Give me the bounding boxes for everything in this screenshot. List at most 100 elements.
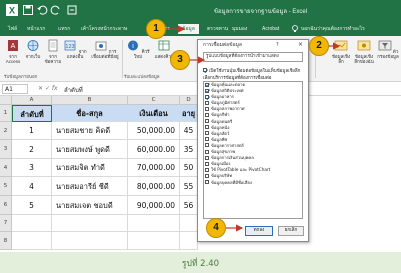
insights-button[interactable]: ข้อมูลเชิงลึก [330, 39, 352, 64]
table-cell[interactable]: 5 [12, 196, 52, 215]
row-header-4[interactable]: 4 [0, 159, 12, 177]
table-cell[interactable]: นายสมจิต ทำดี [52, 159, 128, 177]
checkbox-checked-icon[interactable] [205, 94, 209, 99]
row-header-8[interactable]: 8 [0, 232, 12, 250]
from-other-sources-button[interactable]: 123 จากแหล่งอื่น [62, 39, 88, 59]
table-cell[interactable]: 56 [180, 196, 198, 215]
service-item-label: ใช้ PivotTable และ PivotChart [211, 167, 271, 173]
row-header-5[interactable]: 5 [0, 177, 12, 196]
cancel-button[interactable]: ยกเลิก [278, 226, 304, 236]
checkbox-unchecked-icon[interactable] [205, 119, 209, 124]
cell-d1[interactable]: อายุ [180, 105, 198, 122]
checkbox-unchecked-icon[interactable] [205, 173, 209, 178]
table-cell[interactable]: นายสมพงษ์ พูดดี [52, 140, 128, 159]
from-web-button[interactable]: จากเว็บ [22, 39, 44, 59]
empty-cell[interactable] [12, 232, 52, 250]
checkbox-unchecked-icon[interactable] [205, 112, 209, 117]
checkbox-checked-icon[interactable] [205, 82, 209, 87]
table-cell[interactable]: 80,000.00 [128, 177, 180, 196]
empty-cell[interactable] [180, 232, 198, 250]
checkbox-unchecked-icon[interactable] [205, 155, 209, 160]
cancel-formula-icon[interactable]: ✕ [38, 85, 43, 92]
cell-a1[interactable]: ลำดับที่ [12, 105, 52, 122]
column-header-d[interactable]: D [180, 96, 198, 105]
formula-value[interactable]: ลำดับที่ [64, 85, 83, 95]
tab-review[interactable]: ตรวจทาน [207, 24, 228, 34]
enter-formula-icon[interactable]: ✓ [45, 85, 50, 92]
fx-icon[interactable]: fx [52, 85, 58, 92]
tab-home[interactable]: หน้าแรก [27, 24, 45, 34]
empty-cell[interactable] [180, 215, 198, 232]
empty-cell[interactable] [52, 215, 128, 232]
column-header-b[interactable]: B [52, 96, 128, 105]
help-button[interactable]: ? [276, 40, 279, 50]
table-cell[interactable]: 2 [12, 140, 52, 159]
table-cell[interactable]: นายสมชาย คิดดี [52, 122, 128, 140]
table-cell[interactable]: 35 [180, 140, 198, 159]
table-cell[interactable]: 90,000.00 [128, 196, 180, 215]
checkbox-checked-icon[interactable] [205, 88, 209, 93]
table-cell[interactable]: 3 [12, 159, 52, 177]
table-cell[interactable]: 50 [180, 159, 198, 177]
column-header-c[interactable]: C [128, 96, 180, 105]
table-cell[interactable]: 1 [12, 122, 52, 140]
row-header-6[interactable]: 6 [0, 196, 12, 215]
tab-data[interactable]: ข้อมูล [178, 24, 199, 34]
checkbox-unchecked-icon[interactable] [205, 131, 209, 136]
table-cell[interactable]: นายสมเจต ชอบดี [52, 196, 128, 215]
cell-b1[interactable]: ชื่อ-สกุล [52, 105, 128, 122]
column-header-a[interactable]: A [12, 96, 52, 105]
empty-cell[interactable] [52, 232, 128, 250]
tab-view[interactable]: มุมมอง [232, 24, 247, 34]
table-cell[interactable]: นายสมอารีย์ ชีดี [52, 177, 128, 196]
cell-c1[interactable]: เงินเดือน [128, 105, 180, 122]
service-item-label: ข้อมูลกีฬา [211, 112, 230, 118]
table-cell[interactable]: 70,000.00 [128, 159, 180, 177]
new-query-button[interactable]: i คิวรีใหม่ [126, 39, 150, 59]
close-button[interactable]: × [298, 40, 303, 50]
dialog-subtitle: เลือกบริการข้อมูลที่ต้องการเชื่อมต่อ [203, 76, 272, 81]
dialog-search-input[interactable]: รูปแบบข้อมูลที่ต้องการนำเข้ามาแสดง [203, 52, 303, 62]
enable-insights-checkbox[interactable]: เปิดใช้งานปุ่มเชื่อมต่อข้อมูลในแท็บข้อมู… [203, 67, 300, 74]
empty-cell[interactable] [128, 215, 180, 232]
checkbox-unchecked-icon[interactable] [205, 137, 209, 142]
formula-bar-buttons[interactable]: ✕ ✓ fx [38, 85, 58, 92]
name-box[interactable]: A1 [2, 84, 28, 94]
table-cell[interactable]: 60,000.00 [128, 140, 180, 159]
service-checkbox-list[interactable]: ข้อมูลหุ้นและตลาด ข้อมูลสถิติประเทศ ข้อมูล… [203, 81, 303, 219]
table-cell[interactable]: 50,000.00 [128, 122, 180, 140]
checkbox-unchecked-icon[interactable] [205, 106, 209, 111]
checkbox-unchecked-icon[interactable] [205, 180, 209, 184]
tab-acrobat[interactable]: Acrobat [262, 24, 279, 34]
checkbox-unchecked-icon[interactable] [205, 167, 209, 172]
checkbox-unchecked-icon[interactable] [205, 149, 209, 154]
empty-cell[interactable] [128, 232, 180, 250]
select-all-corner[interactable] [0, 96, 12, 105]
empty-cell[interactable] [12, 215, 52, 232]
tab-file[interactable]: ไฟล์ [8, 24, 17, 34]
from-text-button[interactable]: จากข้อความ [42, 39, 64, 64]
table-cell[interactable]: 45 [180, 122, 198, 140]
tab-page-layout[interactable]: เค้าโครงหน้ากระดาษ [81, 24, 127, 34]
row-header-1[interactable]: 1 [0, 105, 12, 122]
title-bar: X ข้อมูลการขายจากฐานข้อมูล - Excel [0, 0, 401, 22]
checkbox-unchecked-icon[interactable] [205, 161, 209, 166]
access-icon: A [8, 40, 18, 51]
tab-insert[interactable]: แทรก [58, 24, 70, 34]
my-insights-button[interactable]: ข้อมูลเชิงลึกของฉัน [353, 39, 375, 64]
table-cell[interactable]: 55 [180, 177, 198, 196]
checkbox-unchecked-icon[interactable] [205, 125, 209, 130]
checkbox-unchecked-icon[interactable] [205, 143, 209, 148]
ok-button[interactable]: ตกลง [245, 226, 273, 236]
row-header-7[interactable]: 7 [0, 215, 12, 232]
from-access-button[interactable]: A จาก Access [2, 39, 24, 64]
service-list-item[interactable]: ข้อมูลบุคคลที่มีชื่อเสียง [204, 180, 302, 186]
tell-me-search[interactable]: บอกฉันว่าคุณต้องการทำอะไร [301, 24, 365, 34]
checkbox-unchecked-icon[interactable] [205, 100, 209, 105]
row-header-3[interactable]: 3 [0, 140, 12, 159]
existing-connections-button[interactable]: การเชื่อมต่อที่มีอยู่ [90, 39, 120, 59]
data-filter-button[interactable]: ตัวกรองข้อมูล [376, 39, 400, 59]
checkbox-checked-icon [203, 68, 207, 72]
row-header-2[interactable]: 2 [0, 122, 12, 140]
table-cell[interactable]: 4 [12, 177, 52, 196]
